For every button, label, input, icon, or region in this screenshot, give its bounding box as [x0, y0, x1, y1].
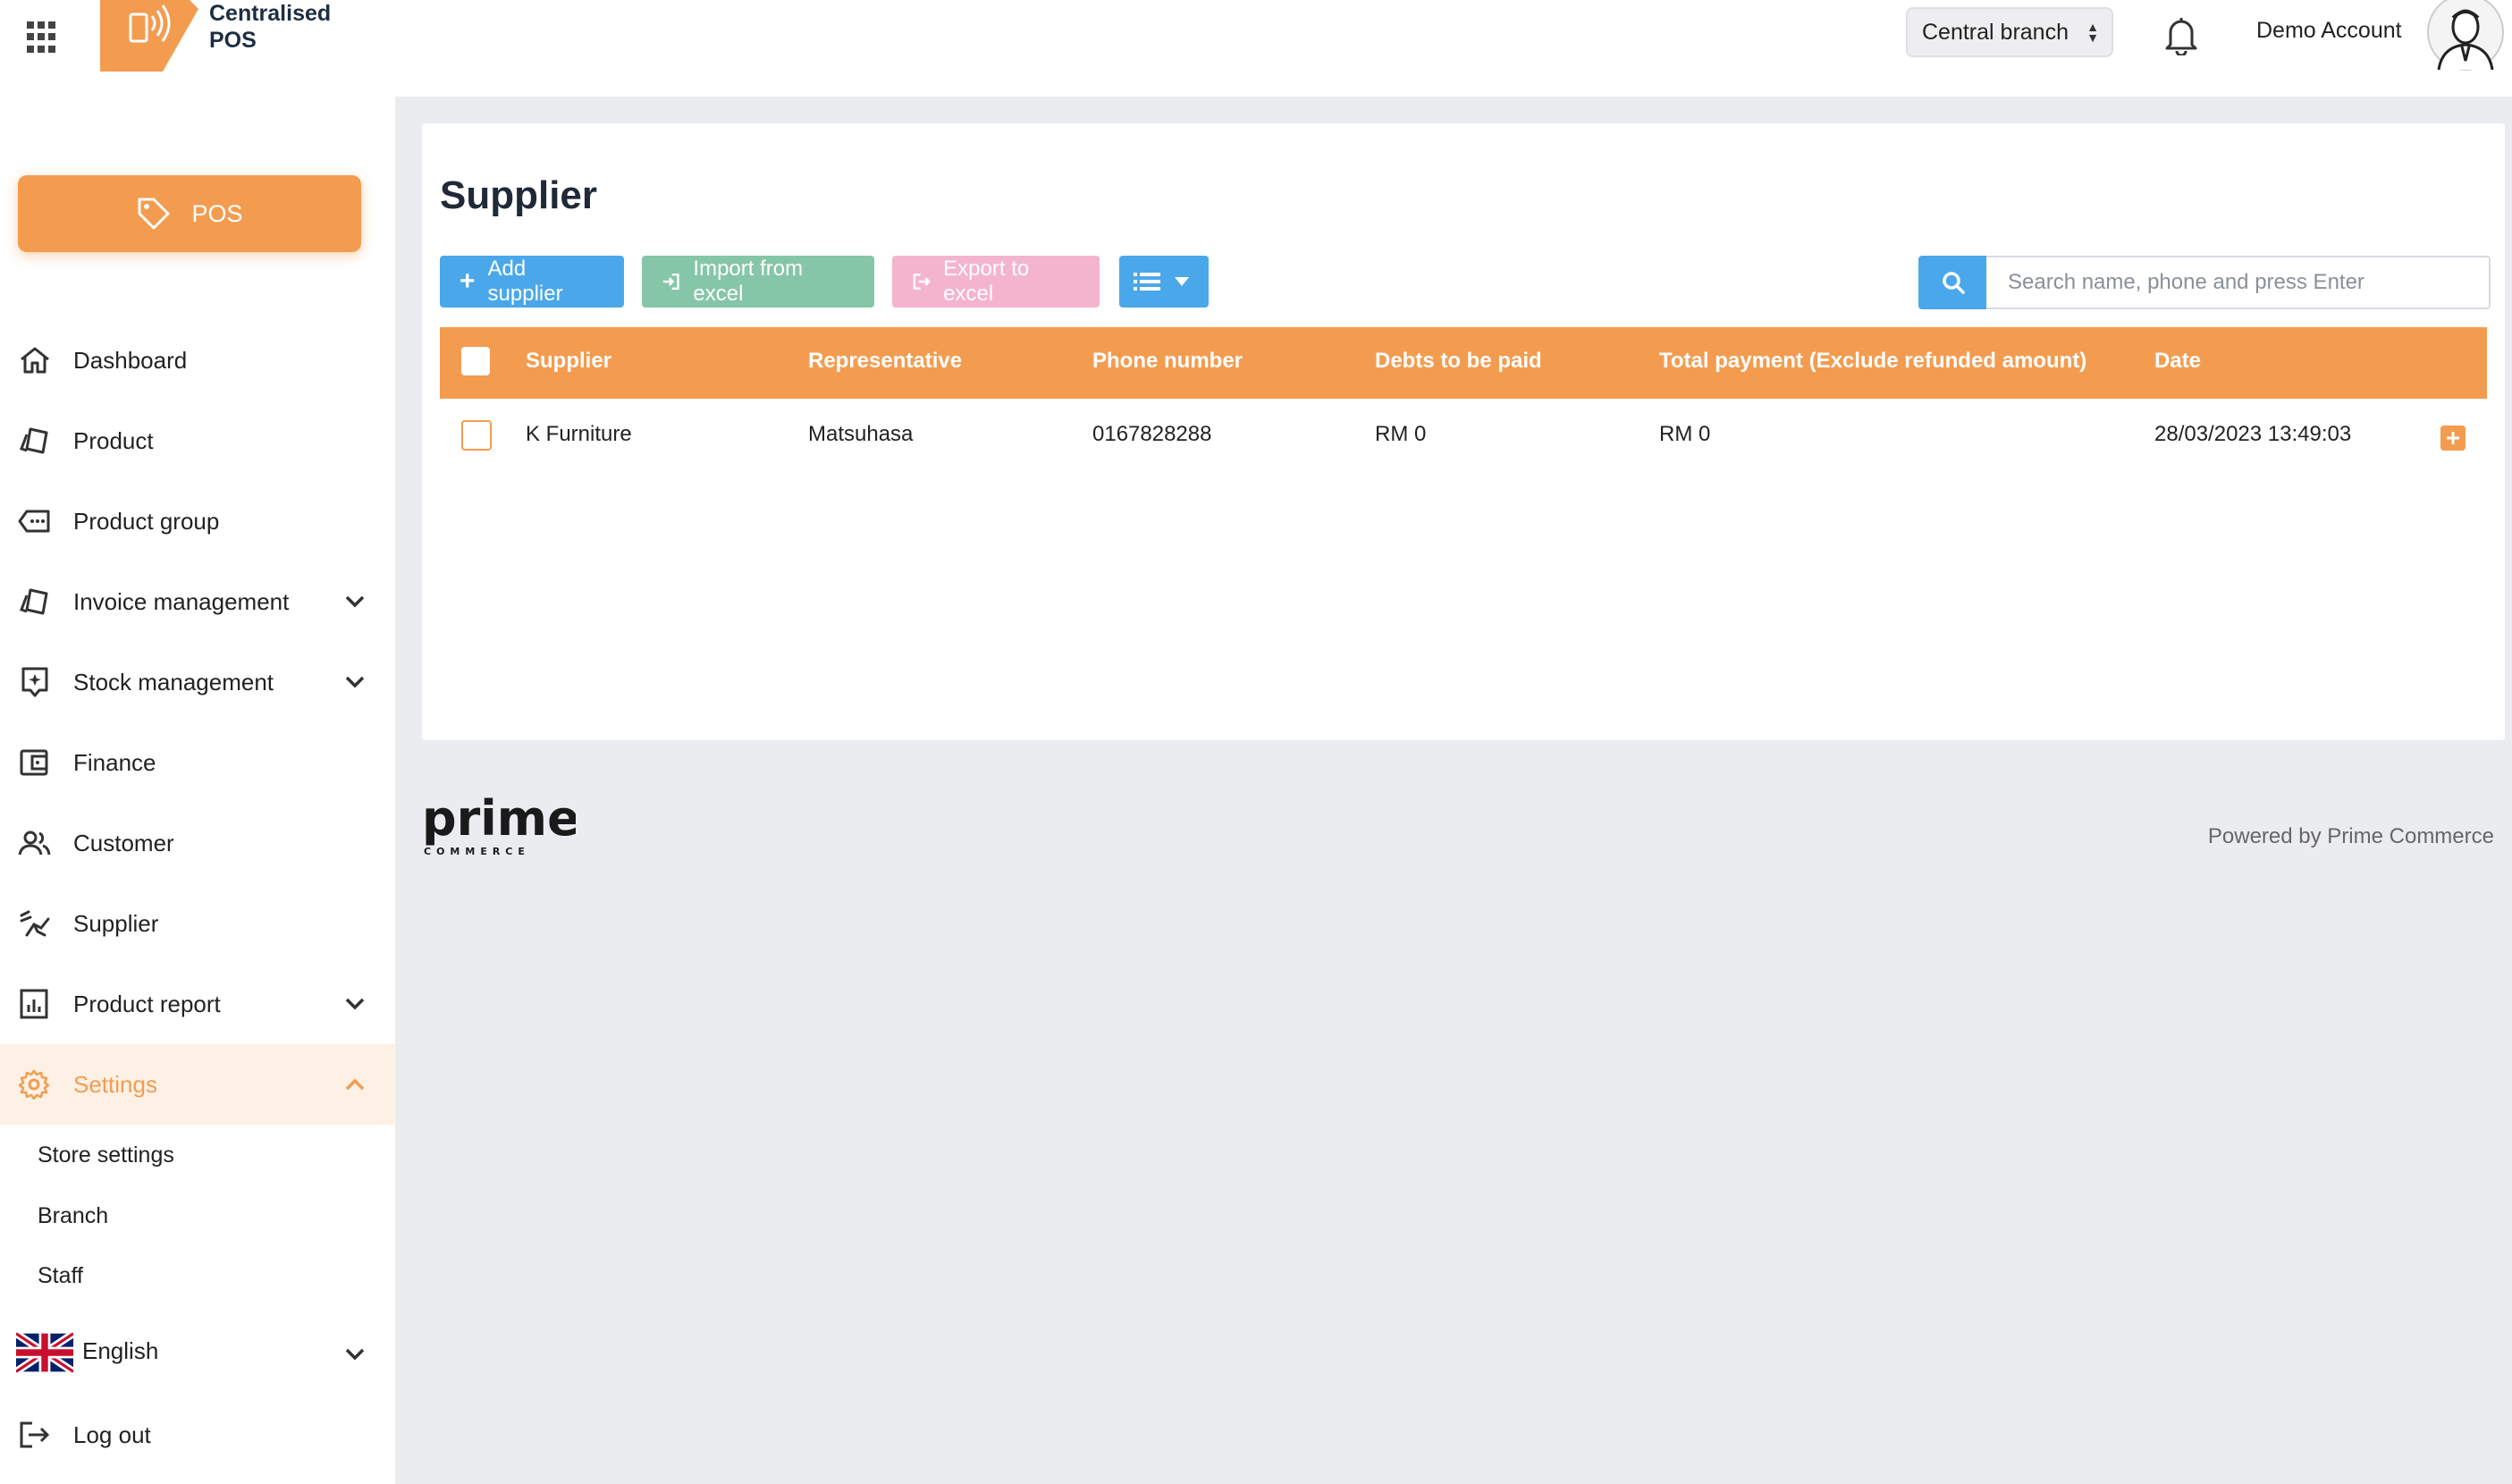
pos-button[interactable]: POS	[18, 175, 361, 252]
sidebar-item-invoice-management[interactable]: Invoice management	[0, 561, 395, 642]
language-label: English	[82, 1337, 159, 1364]
invoice-icon	[20, 588, 48, 615]
add-supplier-button[interactable]: + Add supplier	[440, 256, 624, 308]
sidebar-item-customer[interactable]: Customer	[0, 803, 395, 883]
notification-bell-icon[interactable]	[2163, 14, 2199, 55]
sidebar-item-label: Stock management	[73, 669, 274, 696]
chevron-down-icon	[345, 998, 365, 1010]
sidebar-item-label: Product group	[73, 508, 220, 535]
select-all-checkbox[interactable]	[461, 347, 490, 375]
chevron-down-icon	[345, 676, 365, 688]
export-excel-button[interactable]: Export to excel	[892, 256, 1100, 308]
column-view-dropdown[interactable]	[1119, 256, 1209, 308]
sidebar-subitem-staff[interactable]: Staff	[38, 1263, 83, 1289]
sidebar-item-label: Supplier	[73, 910, 159, 937]
gear-icon	[18, 1069, 50, 1100]
table-row[interactable]: K Furniture Matsuhasa 0167828288 RM 0 RM…	[440, 399, 2487, 474]
logo-subtext: COMMERCE	[424, 846, 530, 857]
branch-select-value: Central branch	[1922, 19, 2069, 45]
row-checkbox[interactable]	[461, 420, 492, 451]
sidebar-item-supplier[interactable]: Supplier	[0, 883, 395, 964]
sidebar-item-label: Product	[73, 427, 154, 454]
sidebar-item-label: Customer	[73, 830, 174, 856]
language-select[interactable]: English	[0, 1314, 395, 1386]
supplier-card: Supplier + Add supplier Import from exce…	[422, 123, 2505, 740]
sidebar-subitem-branch[interactable]: Branch	[38, 1203, 108, 1229]
top-header: Centralised POS Central branch ▲ ▼ Demo A…	[0, 0, 2512, 97]
sidebar-item-product-report[interactable]: Product report	[0, 964, 395, 1044]
logo-text: prime	[422, 790, 576, 847]
chevron-up-icon	[345, 1078, 365, 1091]
cell-supplier[interactable]: K Furniture	[526, 422, 632, 447]
cell-debts: RM 0	[1375, 422, 1427, 446]
caret-down-icon	[1175, 277, 1189, 286]
people-icon	[18, 831, 51, 856]
search-button[interactable]	[1918, 256, 1988, 309]
sidebar-item-label: Finance	[73, 749, 156, 776]
pos-logo-icon	[100, 0, 198, 72]
tag-group-icon	[18, 510, 50, 533]
sidebar-item-product-group[interactable]: Product group	[0, 481, 395, 561]
export-excel-label: Export to excel	[943, 257, 1030, 306]
stock-icon	[21, 667, 48, 697]
report-icon	[20, 989, 48, 1019]
row-expand-plus-icon[interactable]	[2440, 426, 2466, 451]
sidebar-item-label: Settings	[73, 1071, 157, 1098]
apps-grid-icon[interactable]	[27, 21, 59, 54]
home-icon	[21, 347, 49, 374]
sidebar-item-dashboard[interactable]: Dashboard	[0, 320, 395, 401]
table-header: Supplier Representative Phone number Deb…	[440, 327, 2487, 399]
sidebar-item-product[interactable]: Product	[0, 401, 395, 481]
cell-total-payment: RM 0	[1659, 422, 1711, 446]
sidebar-item-finance[interactable]: Finance	[0, 722, 395, 803]
column-header-total-payment[interactable]: Total payment (Exclude refunded amount)	[1659, 349, 2086, 374]
avatar[interactable]	[2426, 0, 2505, 72]
logout-icon	[20, 1421, 50, 1448]
list-icon	[1134, 273, 1160, 291]
import-icon	[662, 273, 679, 291]
select-arrows-icon: ▲ ▼	[2086, 20, 2099, 45]
uk-flag-icon	[16, 1332, 73, 1373]
logout-label: Log out	[73, 1421, 151, 1448]
plus-icon: +	[459, 266, 476, 296]
sidebar-subitem-store-settings[interactable]: Store settings	[38, 1143, 174, 1168]
column-header-date[interactable]: Date	[2154, 349, 2201, 374]
sidebar-item-label: Invoice management	[73, 588, 290, 615]
column-header-debts[interactable]: Debts to be paid	[1375, 349, 1542, 374]
page-title: Supplier	[440, 173, 598, 217]
column-header-representative[interactable]: Representative	[808, 349, 962, 374]
import-excel-button[interactable]: Import from excel	[642, 256, 874, 308]
powered-by-text: Powered by Prime Commerce	[2207, 824, 2494, 848]
sidebar-item-label: Dashboard	[73, 347, 188, 374]
cell-phone: 0167828288	[1092, 422, 1212, 446]
price-tag-icon	[138, 198, 170, 230]
sidebar-item-settings[interactable]: Settings	[0, 1044, 395, 1125]
sidebar-item-label: Product report	[73, 991, 221, 1017]
account-name[interactable]: Demo Account	[2256, 18, 2402, 44]
pos-button-label: POS	[191, 199, 243, 227]
search-input[interactable]	[1986, 256, 2491, 309]
chevron-down-icon	[345, 595, 365, 608]
cell-representative: Matsuhasa	[808, 422, 914, 446]
wallet-icon	[20, 749, 48, 776]
import-excel-label: Import from excel	[693, 257, 804, 306]
chevron-down-icon	[345, 1348, 365, 1361]
column-header-supplier[interactable]: Supplier	[526, 349, 611, 374]
sidebar: POS Dashboard Product Product group Invo…	[0, 97, 395, 1484]
prime-commerce-logo: prime COMMERCE	[422, 790, 576, 857]
branch-select[interactable]: Central branch ▲ ▼	[1906, 7, 2113, 57]
brand-name: Centralised POS	[209, 1, 332, 53]
cell-date: 28/03/2023 13:49:03	[2154, 422, 2352, 446]
column-header-phone[interactable]: Phone number	[1092, 349, 1243, 374]
supplier-icon	[20, 910, 50, 937]
search-icon	[1943, 272, 1965, 294]
export-icon	[913, 274, 931, 290]
logout-button[interactable]: Log out	[0, 1395, 395, 1475]
product-icon	[20, 427, 48, 454]
add-supplier-label: Add supplier	[487, 257, 563, 306]
sidebar-item-stock-management[interactable]: Stock management	[0, 642, 395, 722]
